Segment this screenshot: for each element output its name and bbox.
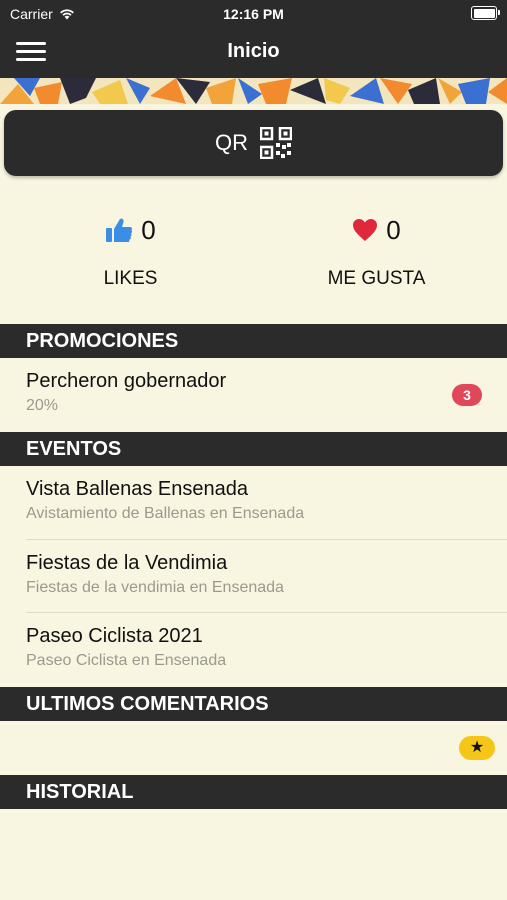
event-item[interactable]: Vista Ballenas Ensenada Avistamiento de … <box>0 478 507 534</box>
decorative-banner <box>0 78 507 104</box>
likes-count: 0 <box>141 214 156 245</box>
promo-count-badge: 3 <box>452 384 482 406</box>
event-item[interactable]: Fiestas de la Vendimia Fiestas de la ven… <box>0 552 507 608</box>
me-gusta-count: 0 <box>386 214 401 245</box>
page-title: Inicio <box>227 40 280 62</box>
event-subtitle: Fiestas de la vendimia en Ensenada <box>26 579 284 596</box>
section-header-historial: HISTORIAL <box>0 775 507 809</box>
section-header-promociones: PROMOCIONES <box>0 324 507 358</box>
event-subtitle: Avistamiento de Ballenas en Ensenada <box>26 505 305 522</box>
me-gusta-stat[interactable]: 0 ME GUSTA <box>250 200 503 290</box>
section-header-comentarios: ULTIMOS COMENTARIOS <box>0 687 507 721</box>
qr-code-icon <box>260 127 292 159</box>
event-subtitle: Paseo Ciclista en Ensenada <box>26 652 227 669</box>
promo-item[interactable]: Percheron gobernador 20% <box>0 370 507 428</box>
battery-icon <box>471 6 500 20</box>
thumbs-up-icon <box>106 218 133 242</box>
status-bar: Carrier 12:16 PM <box>0 0 507 28</box>
star-badge: ★ <box>459 736 495 760</box>
section-header-eventos: EVENTOS <box>0 432 507 466</box>
heart-icon <box>353 219 378 241</box>
me-gusta-label: ME GUSTA <box>327 268 426 289</box>
list-divider <box>26 539 507 540</box>
likes-stat[interactable]: 0 LIKES <box>4 200 257 290</box>
qr-button[interactable]: QR <box>4 110 503 176</box>
event-title: Vista Ballenas Ensenada <box>26 478 249 500</box>
nav-bar: Inicio <box>0 28 507 78</box>
likes-label: LIKES <box>103 268 158 289</box>
status-time: 12:16 PM <box>223 6 284 22</box>
event-item[interactable]: Paseo Ciclista 2021 Paseo Ciclista en En… <box>0 625 507 681</box>
event-title: Paseo Ciclista 2021 <box>26 625 203 647</box>
promo-title: Percheron gobernador <box>26 370 227 392</box>
promo-subtitle: 20% <box>26 397 59 414</box>
qr-button-label: QR <box>215 130 248 155</box>
event-title: Fiestas de la Vendimia <box>26 552 228 574</box>
list-divider <box>26 612 507 613</box>
comment-row[interactable] <box>0 721 507 773</box>
stats-panel: 0 LIKES 0 ME GUSTA <box>0 200 507 310</box>
